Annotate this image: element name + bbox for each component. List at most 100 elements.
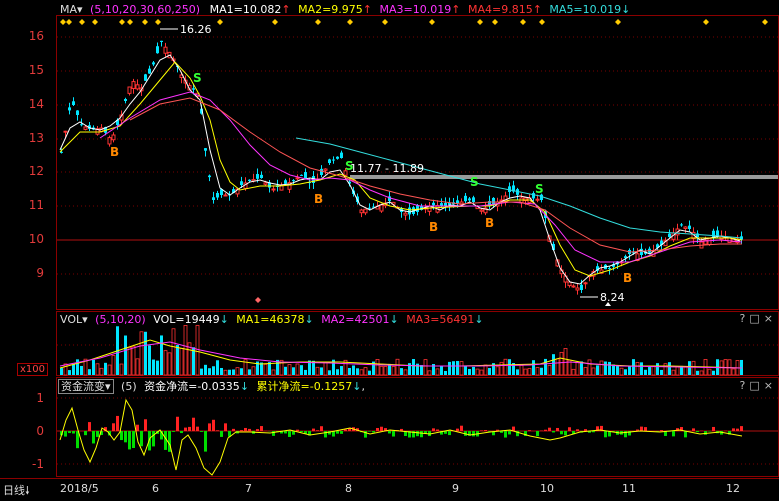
volume-bar — [60, 368, 63, 375]
flow-dropdown[interactable]: 资金流变▾ — [58, 379, 114, 394]
sell-signal: S — [345, 159, 354, 173]
volume-bar — [464, 366, 467, 375]
volume-bar — [180, 348, 183, 375]
volume-bar — [592, 368, 595, 375]
volume-bar — [700, 371, 703, 375]
volume-bar — [660, 370, 663, 375]
volume-bar — [400, 368, 403, 375]
volume-bar — [644, 370, 647, 375]
volume-bar — [112, 356, 115, 375]
volume-bar — [444, 371, 447, 375]
flow-bar — [536, 431, 539, 436]
volume-bar — [224, 370, 227, 375]
volume-bar — [128, 347, 131, 375]
vol-ma1-arrow-icon: ↓ — [305, 313, 314, 326]
flow-bar — [552, 431, 555, 432]
candle-body — [292, 180, 295, 181]
volume-bar — [88, 369, 91, 375]
candle-body — [212, 197, 215, 200]
flow-header: 资金流变▾ (5) 资金净流=-0.0335↓ 累计净流=-0.1257↓, — [58, 379, 779, 394]
flow-bar — [380, 427, 383, 431]
flow-bar — [456, 429, 459, 431]
flow-bar — [176, 417, 179, 431]
volume-bar — [184, 325, 187, 375]
candle-body — [688, 226, 691, 229]
volume-bar — [488, 368, 491, 375]
volume-bar — [392, 366, 395, 375]
candle-body — [404, 213, 407, 215]
volume-bar — [284, 367, 287, 375]
sell-signal: S — [535, 182, 544, 196]
volume-bar — [676, 366, 679, 375]
flow-label: 0 — [0, 424, 44, 438]
flow-label: -1 — [0, 457, 44, 471]
volume-bar — [324, 363, 327, 375]
volume-bar — [132, 346, 135, 375]
date-label: 10 — [540, 482, 554, 495]
candle-body — [712, 231, 715, 238]
chart-canvas[interactable]: 16.26 8.24 11.77 - 11.89 B B B B B S S S… — [0, 0, 779, 497]
flow-bar — [212, 420, 215, 431]
flow-bar — [696, 431, 699, 432]
candle-body — [608, 268, 611, 269]
candle-body — [72, 101, 75, 105]
candle-body — [204, 148, 207, 151]
volume-bar — [152, 360, 155, 375]
volume-params: (5,10,20) — [95, 313, 146, 326]
volume-bar — [448, 362, 451, 375]
flow-bar — [188, 427, 191, 431]
candle-body — [328, 159, 331, 163]
volume-bar — [360, 370, 363, 375]
volume-bar — [688, 361, 691, 375]
candle-body — [264, 183, 267, 185]
flow-bar — [692, 428, 695, 431]
volume-bar — [636, 362, 639, 375]
candle-body — [144, 74, 147, 80]
volume-bar — [264, 364, 267, 375]
event-marker — [255, 297, 261, 303]
flow-panel-controls[interactable]: ?□× — [740, 379, 777, 392]
flow-bar — [432, 428, 435, 431]
buy-signal: B — [314, 192, 323, 206]
period-selector[interactable]: 日线🠗 — [3, 482, 30, 501]
volume-bar — [500, 362, 503, 375]
volume-dropdown[interactable]: VOL▾ — [60, 313, 88, 326]
volume-bar — [520, 365, 523, 375]
flow-bar — [560, 431, 563, 434]
flow-tail: , — [361, 380, 365, 393]
flow-bar — [548, 428, 551, 431]
volume-bar — [124, 336, 127, 375]
volume-bar — [340, 366, 343, 375]
buy-signal: B — [485, 216, 494, 230]
flow-net: 资金净流=-0.0335 — [144, 380, 240, 393]
flow-bar — [472, 431, 475, 436]
candle-body — [668, 234, 671, 237]
volume-bar — [396, 359, 399, 375]
volume-bar — [120, 364, 123, 375]
vol-ma2: MA2=42501 — [321, 313, 389, 326]
volume-bar — [92, 360, 95, 375]
flow-bar — [484, 430, 487, 431]
volume-bar — [212, 366, 215, 375]
candle-body — [256, 174, 259, 179]
flow-bar — [528, 430, 531, 431]
flow-bar — [584, 429, 587, 431]
volume-bar — [236, 368, 239, 375]
flow-bar — [388, 431, 391, 433]
volume-bar — [368, 371, 371, 375]
volume-bar — [288, 365, 291, 375]
volume-panel-controls[interactable]: ?□× — [740, 312, 777, 325]
range-label: 11.77 - 11.89 — [350, 162, 424, 175]
volume-bar — [696, 371, 699, 375]
volume-bar — [232, 369, 235, 375]
volume-bar — [380, 366, 383, 375]
volume-bar — [476, 369, 479, 375]
flow-bar — [132, 431, 135, 448]
volume-bar — [620, 368, 623, 375]
volume-bar — [460, 362, 463, 375]
volume-bar — [96, 364, 99, 375]
volume-bar — [336, 369, 339, 375]
buy-signal: B — [623, 271, 632, 285]
date-label: 9 — [452, 482, 459, 495]
volume-bar — [672, 370, 675, 375]
